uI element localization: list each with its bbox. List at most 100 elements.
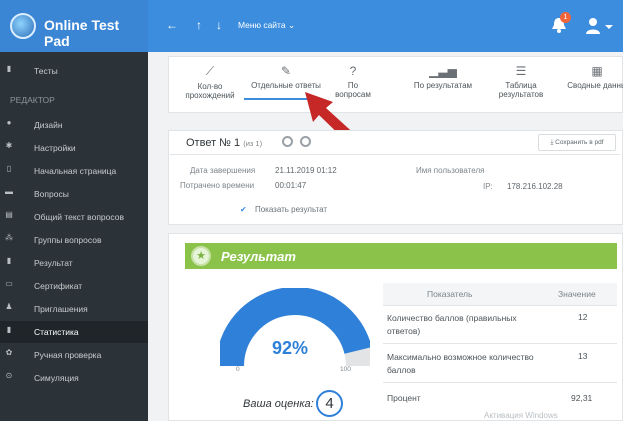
checkmark-icon: ✔ [240,205,247,214]
sidebar-item-label: Группы вопросов [34,235,102,245]
arrow-down-icon[interactable]: ↓ [216,18,222,32]
sidebar-item-page[interactable]: ▯ Начальная страница [0,160,148,182]
text-icon: ▤ [5,210,13,219]
sidebar-item-label: Дизайн [34,120,63,130]
row-divider [383,382,617,383]
sidebar-item-certificate[interactable]: ▭ Сертификат [0,275,148,297]
line-chart-icon: ⟋ [205,64,215,78]
sidebar-item-label: Результат [34,258,73,268]
result-gauge [220,288,370,367]
bell-icon[interactable]: 1 [551,12,571,34]
show-result-link[interactable]: ✔ Показать результат [240,205,327,214]
tab-line-chart[interactable]: ⟋ Кол-во прохождений [184,64,236,100]
certificate-icon: ▭ [5,279,13,288]
table-row-value: 12 [578,312,588,322]
row-divider [383,305,617,306]
arrow-up-icon[interactable]: ↑ [196,18,202,32]
sidebar-item-label: Настройки [34,143,76,153]
sidebar-item-label: Статистика [34,327,79,337]
tab-grid[interactable]: ▦ Сводные данны [567,64,623,90]
grid-icon: ▦ [591,64,603,78]
sidebar-item-groups[interactable]: ⁂ Группы вопросов [0,229,148,251]
sidebar-item-label: Ручная проверка [34,350,102,360]
answer-count: (из 1) [243,139,263,148]
sidebar-item-label: Тесты [34,66,58,76]
table-row-value: 92,31 [571,393,593,403]
table-row-name: Процент [387,393,421,403]
result-header: ★ Результат [185,243,617,269]
download-icon: ⤓ [550,139,554,146]
table-header-value: Значение [558,289,596,299]
answer-title-row: Ответ № 1 (из 1) [186,137,262,149]
gauge-percent: 92% [272,338,309,358]
page-icon: ▯ [6,164,12,173]
table-icon: ☰ [515,64,527,78]
gauge-max: 100 [340,366,351,373]
grade-label: Ваша оценка: [243,398,314,410]
groups-icon: ⁂ [5,233,13,242]
invite-icon: ♟ [5,302,13,311]
sidebar-item-label: Начальная страница [34,166,117,176]
sidebar-item-label: Симуляция [34,373,79,383]
questions-icon: ▬ [5,187,13,196]
logo[interactable]: Online Test Pad [0,0,148,52]
table-row-name: Максимально возможное количество баллов [387,352,534,375]
app-name: Online Test Pad [44,17,120,49]
sidebar-item-gear[interactable]: ✱ Настройки [0,137,148,159]
ip-value: 178.216.102.28 [507,182,563,191]
sidebar-item-label: Приглашения [34,304,88,314]
tab-bar-chart[interactable]: ▁▃▅ По результатам [408,64,478,90]
prev-answer-icon[interactable] [282,136,293,147]
sidebar-item-palette[interactable]: ● Дизайн [0,114,148,136]
tab-edit[interactable]: ✎ Отдельные ответы [248,64,324,90]
check-icon: ✿ [5,348,13,357]
sidebar-item-tests[interactable]: ▮ Тесты [0,60,148,82]
table-header-indicator: Показатель [427,289,473,299]
question-icon: ? [349,64,357,78]
site-menu[interactable]: Меню сайта ⌄ [238,20,295,31]
save-pdf-button[interactable]: ⤓ Сохранить в pdf [538,134,616,151]
globe-logo-icon [10,13,36,39]
ribbon-icon: ★ [191,246,211,266]
show-result-label: Показать результат [254,205,328,214]
ip-label: IP: [483,182,493,191]
edit-icon: ✎ [280,64,292,78]
grade-value: 4 [316,390,343,417]
save-pdf-label: Сохранить в pdf [555,139,604,146]
result-title: Результат [221,249,296,264]
user-menu[interactable] [585,16,615,36]
sidebar-item-text[interactable]: ▤ Общий текст вопросов [0,206,148,228]
sidebar-section-label: РЕДАКТОР [10,95,55,105]
sidebar-item-label: Вопросы [34,189,69,199]
sidebar-item-statistics[interactable]: ▮ Статистика [0,321,148,343]
sidebar-item-chart[interactable]: ▮ Результат [0,252,148,274]
tab-label: Сводные данны [567,81,623,90]
sidebar-item-check[interactable]: ✿ Ручная проверка [0,344,148,366]
tab-label: Кол-во прохождений [185,82,235,100]
table-row-value: 13 [578,351,588,361]
completed-label: Дата завершения [190,166,256,175]
time-value: 00:01:47 [275,181,307,190]
tab-table[interactable]: ☰ Таблица результатов [495,64,547,99]
sidebar-item-simulation[interactable]: ⊙ Симуляция [0,367,148,389]
completed-value: 21.11.2019 01:12 [275,166,337,175]
sidebar-item-invite[interactable]: ♟ Приглашения [0,298,148,320]
windows-activation-watermark: Активация Windows [484,411,558,420]
table-row-name: Количество баллов (правильных ответов) [387,313,517,336]
chevron-down-icon: ⌄ [287,20,296,30]
gauge-min: 0 [236,366,240,373]
tab-label: Таблица результатов [498,81,544,99]
row-divider [383,343,617,344]
sidebar-item-questions[interactable]: ▬ Вопросы [0,183,148,205]
divider [170,154,620,155]
arrow-left-icon[interactable]: ← [166,18,178,32]
bar-chart-icon: ▁▃▅ [429,64,457,78]
next-answer-icon[interactable] [300,136,311,147]
chart-icon: ▮ [6,256,12,265]
answer-title: Ответ № 1 [186,137,241,149]
file-icon: ▮ [6,64,12,73]
site-menu-label: Меню сайта [238,20,286,30]
palette-icon: ● [6,118,12,127]
user-icon [586,18,613,34]
tabs-panel [168,56,623,113]
